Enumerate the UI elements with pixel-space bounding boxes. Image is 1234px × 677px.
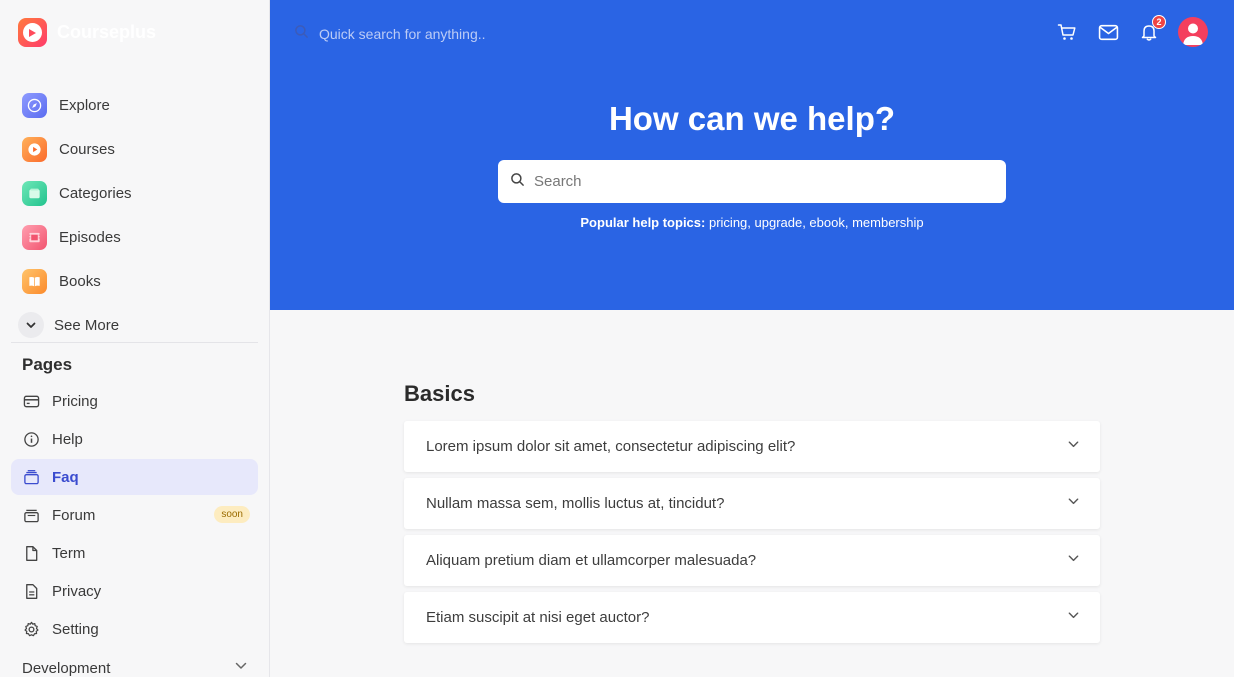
page-label: Pricing: [52, 392, 98, 410]
chevron-down-icon: [1067, 438, 1080, 456]
sidebar-item-development[interactable]: Development: [22, 659, 248, 677]
cart-icon[interactable]: [1056, 21, 1078, 43]
sidebar-item-privacy[interactable]: Privacy: [11, 573, 258, 609]
faq-list: Lorem ipsum dolor sit amet, consectetur …: [404, 421, 1100, 649]
compass-icon: [22, 92, 47, 118]
soon-badge: soon: [214, 506, 250, 523]
nav-item-courses[interactable]: Courses: [22, 127, 258, 171]
layers-icon: [22, 468, 40, 486]
sidebar-item-setting[interactable]: Setting: [11, 611, 258, 647]
archive-icon: [22, 506, 40, 524]
sidebar: Courseplus Explore Courses Categories Ep…: [0, 0, 270, 677]
nav-label: Categories: [59, 184, 132, 202]
popular-topics-label: Popular help topics:: [580, 215, 706, 230]
mail-icon[interactable]: [1097, 21, 1119, 43]
development-label: Development: [22, 660, 111, 677]
search-icon: [510, 172, 525, 192]
pages-title: Pages: [22, 355, 73, 374]
chevron-down-icon: [1067, 552, 1080, 570]
folder-icon: [22, 180, 47, 206]
main-nav: Explore Courses Categories Episodes Book…: [18, 83, 258, 347]
play-icon: [22, 136, 47, 162]
bell-icon[interactable]: 2: [1138, 15, 1166, 43]
popular-topics-links[interactable]: pricing, upgrade, ebook, membership: [709, 215, 924, 230]
faq-question: Aliquam pretium diam et ullamcorper male…: [426, 552, 757, 569]
page-label: Setting: [52, 620, 99, 638]
info-icon: [22, 430, 40, 448]
nav-item-explore[interactable]: Explore: [22, 83, 258, 127]
sidebar-item-help[interactable]: Help: [11, 421, 258, 457]
page-label: Faq: [52, 468, 79, 486]
hero: 2 How can we help? Popular help topics: …: [270, 0, 1234, 310]
sidebar-item-faq[interactable]: Faq: [11, 459, 258, 495]
popular-topics: Popular help topics: pricing, upgrade, e…: [270, 215, 1234, 230]
nav-label: Explore: [59, 96, 110, 114]
nav-label: Episodes: [59, 228, 121, 246]
nav-label: Books: [59, 272, 101, 290]
faq-item[interactable]: Nullam massa sem, mollis luctus at, tinc…: [404, 478, 1100, 529]
faq-item[interactable]: Aliquam pretium diam et ullamcorper male…: [404, 535, 1100, 586]
avatar[interactable]: [1178, 17, 1208, 47]
page-label: Forum: [52, 506, 96, 524]
page-label: Help: [52, 430, 83, 448]
faq-section-title: Basics: [404, 381, 475, 406]
faq-item[interactable]: Etiam suscipit at nisi eget auctor?: [404, 592, 1100, 643]
film-icon: [22, 224, 47, 250]
chevron-down-icon: [234, 659, 248, 677]
brand-name: Courseplus: [57, 22, 157, 42]
notification-badge: 2: [1152, 15, 1166, 29]
top-icons: 2: [1037, 15, 1208, 47]
page-label: Privacy: [52, 582, 102, 600]
document-icon: [22, 544, 40, 562]
hero-search-box[interactable]: [498, 160, 1006, 203]
nav-item-books[interactable]: Books: [22, 259, 258, 303]
document-text-icon: [22, 582, 40, 600]
nav-item-episodes[interactable]: Episodes: [22, 215, 258, 259]
sidebar-divider: [11, 342, 258, 343]
chevron-down-icon: [18, 312, 44, 338]
gear-icon: [22, 620, 40, 638]
sidebar-item-forum[interactable]: Forum soon: [11, 497, 258, 533]
search-icon: [294, 24, 309, 44]
sidebar-item-pricing[interactable]: Pricing: [11, 383, 258, 419]
credit-card-icon: [22, 392, 40, 410]
book-icon: [22, 268, 47, 294]
quick-search-input[interactable]: [319, 26, 619, 42]
help-search-input[interactable]: [534, 173, 974, 190]
see-more-label: See More: [54, 316, 120, 334]
topbar-search[interactable]: [294, 24, 619, 44]
chevron-down-icon: [1067, 609, 1080, 627]
chevron-down-icon: [1067, 495, 1080, 513]
sidebar-item-term[interactable]: Term: [11, 535, 258, 571]
hero-title: How can we help?: [608, 100, 896, 137]
nav-label: Courses: [59, 140, 115, 158]
faq-item[interactable]: Lorem ipsum dolor sit amet, consectetur …: [404, 421, 1100, 472]
faq-question: Etiam suscipit at nisi eget auctor?: [426, 609, 650, 626]
faq-question: Lorem ipsum dolor sit amet, consectetur …: [426, 438, 796, 455]
nav-item-categories[interactable]: Categories: [22, 171, 258, 215]
faq-question: Nullam massa sem, mollis luctus at, tinc…: [426, 495, 725, 512]
see-more-button[interactable]: See More: [18, 303, 258, 347]
brand[interactable]: Courseplus: [18, 18, 156, 47]
page-label: Term: [52, 544, 86, 562]
pages-nav: Pricing Help Faq Forum soon Term Privacy…: [11, 383, 258, 649]
brand-logo-icon: [18, 18, 47, 47]
